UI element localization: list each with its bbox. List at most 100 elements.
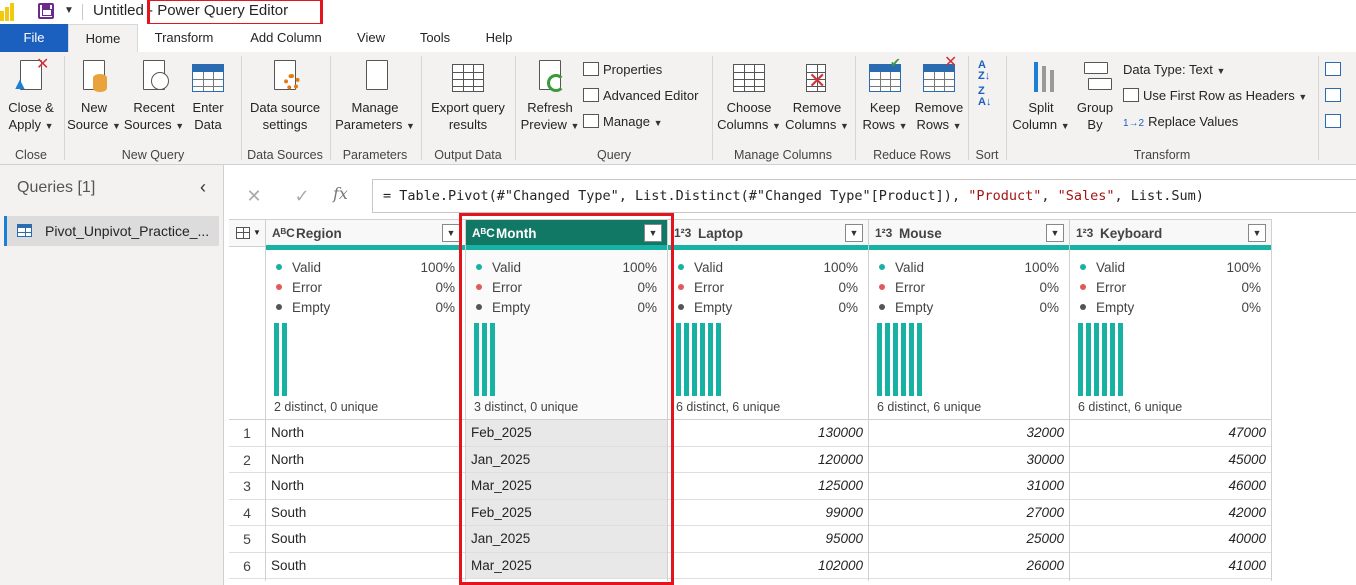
column-header[interactable]: 1²3 Mouse ▼ [869,219,1069,247]
sort-ascending-icon[interactable]: A Z↓ [978,60,990,82]
commit-formula-icon[interactable]: ✓ [287,182,317,210]
new-source-button[interactable]: New Source ▼ [66,58,122,135]
data-type-dropdown[interactable]: Data Type: Text ▼ [1123,59,1225,81]
tab-tools[interactable]: Tools [410,24,460,52]
recent-sources-button[interactable]: Recent Sources ▼ [122,58,186,135]
tab-help[interactable]: Help [476,24,522,52]
split-column-icon [1024,58,1058,96]
table-cell[interactable]: 46000 [1070,473,1271,500]
group-new-query: New Source ▼ Recent Sources ▼ Enter Data… [66,52,240,165]
table-cell[interactable]: 41000 [1070,553,1271,579]
group-by-icon [1078,58,1112,96]
text-type-icon[interactable]: AᴮC [272,226,295,240]
quick-access-dropdown-icon[interactable]: ▼ [64,5,74,16]
replace-values-button[interactable]: 1→2 Replace Values [1123,111,1238,133]
fx-icon[interactable]: fx [333,184,348,203]
column-region: AᴮC Region ▼ Valid 100% Error 0% Empty 0% 2 disti… [266,219,466,581]
remove-rows-button[interactable]: ✕ Remove Rows ▼ [911,54,967,135]
query-item[interactable]: Pivot_Unpivot_Practice_... [4,216,219,246]
table-cell[interactable]: 120000 [668,447,868,473]
error-stat: Error 0% [879,278,1059,298]
new-source-icon [77,58,111,96]
table-cell[interactable]: 95000 [668,526,868,553]
tab-view[interactable]: View [346,24,396,52]
tab-transform[interactable]: Transform [142,24,226,52]
group-label-output-data: Output Data [434,148,502,162]
table-cell[interactable]: 47000 [1070,420,1271,447]
column-filter-dropdown-icon[interactable]: ▼ [442,224,460,242]
query-item-label: Pivot_Unpivot_Practice_... [45,223,210,239]
table-cell[interactable]: 130000 [668,420,868,447]
table-cell[interactable]: 31000 [869,473,1069,500]
whole-number-type-icon[interactable]: 1²3 [674,226,691,240]
column-filter-dropdown-icon[interactable]: ▼ [845,224,863,242]
refresh-preview-button[interactable]: Refresh Preview ▼ [519,58,581,135]
column-header[interactable]: AᴮC Region ▼ [266,219,465,247]
distinct-count: 6 distinct, 6 unique [877,400,982,414]
table-cell[interactable]: 102000 [668,553,868,579]
table-cell[interactable]: North [266,420,465,447]
whole-number-type-icon[interactable]: 1²3 [1076,226,1093,240]
table-cell[interactable]: 99000 [668,500,868,526]
empty-stat: Empty 0% [276,298,455,318]
manage-button[interactable]: Manage ▼ [583,111,663,133]
overflow-command-icon[interactable] [1325,59,1345,81]
group-label-query: Query [596,148,632,162]
divider [64,56,65,160]
table-cell[interactable]: South [266,500,465,526]
table-cell[interactable]: 125000 [668,473,868,500]
empty-stat: Empty 0% [678,298,858,318]
formula-input[interactable]: = Table.Pivot(#"Changed Type", List.Dist… [372,179,1356,213]
enter-data-button[interactable]: Enter Data [186,58,230,133]
remove-columns-icon: ✕ [800,58,834,96]
use-first-row-as-headers-button[interactable]: Use First Row as Headers ▼ [1123,85,1307,107]
title-bar: ▼ Untitled - Power Query Editor [0,0,1356,26]
column-laptop: 1²3 Laptop ▼ Valid 100% Error 0% Empty 0% 6 disti… [668,219,869,581]
overflow-command-icon[interactable] [1325,85,1345,107]
table-cell[interactable]: 27000 [869,500,1069,526]
table-cell[interactable]: 25000 [869,526,1069,553]
data-source-settings-button[interactable]: Data source settings [243,58,327,133]
valid-dot-icon [276,264,282,270]
table-cell[interactable]: 32000 [869,420,1069,447]
parameters-icon [358,58,392,96]
overflow-command-icon[interactable] [1325,111,1345,133]
table-cell[interactable]: South [266,553,465,579]
table-cell[interactable]: North [266,473,465,500]
valid-dot-icon [1080,264,1086,270]
keep-rows-button[interactable]: ✔ Keep Rows ▼ [859,55,911,135]
column-header[interactable]: 1²3 Laptop ▼ [668,219,868,247]
error-dot-icon [879,284,885,290]
table-cell[interactable]: 30000 [869,447,1069,473]
properties-button[interactable]: Properties [583,59,662,81]
table-cell[interactable]: 26000 [869,553,1069,579]
valid-stat: Valid 100% [678,258,858,278]
empty-stat: Empty 0% [1080,298,1261,318]
choose-columns-button[interactable]: Choose Columns ▼ [716,58,782,135]
advanced-editor-button[interactable]: Advanced Editor [583,85,698,107]
table-menu-button[interactable]: ▼ [229,219,265,247]
save-icon[interactable] [38,3,54,19]
table-cell[interactable]: 42000 [1070,500,1271,526]
whole-number-type-icon[interactable]: 1²3 [875,226,892,240]
tab-home[interactable]: Home [68,24,138,52]
properties-icon [583,62,599,76]
export-query-results-button[interactable]: Export query results [423,58,513,133]
column-filter-dropdown-icon[interactable]: ▼ [1046,224,1064,242]
tab-add-column[interactable]: Add Column [240,24,332,52]
cancel-formula-icon[interactable]: ✕ [239,182,269,210]
group-by-button[interactable]: Group By [1070,58,1120,133]
table-cell[interactable]: South [266,526,465,553]
tab-file[interactable]: File [0,24,68,52]
manage-parameters-button[interactable]: Manage Parameters ▼ [332,58,418,135]
column-header[interactable]: 1²3 Keyboard ▼ [1070,219,1271,247]
table-cell[interactable]: North [266,447,465,473]
table-cell[interactable]: 45000 [1070,447,1271,473]
table-cell[interactable]: 40000 [1070,526,1271,553]
close-apply-button[interactable]: ✕ ▲ Close & Apply ▼ [4,56,58,135]
sort-descending-icon[interactable]: Z A↓ [978,86,991,108]
remove-columns-button[interactable]: ✕ Remove Columns ▼ [784,58,850,135]
collapse-pane-chevron-icon[interactable]: ‹ [200,177,206,198]
split-column-button[interactable]: Split Column ▼ [1012,58,1070,135]
column-filter-dropdown-icon[interactable]: ▼ [1248,224,1266,242]
